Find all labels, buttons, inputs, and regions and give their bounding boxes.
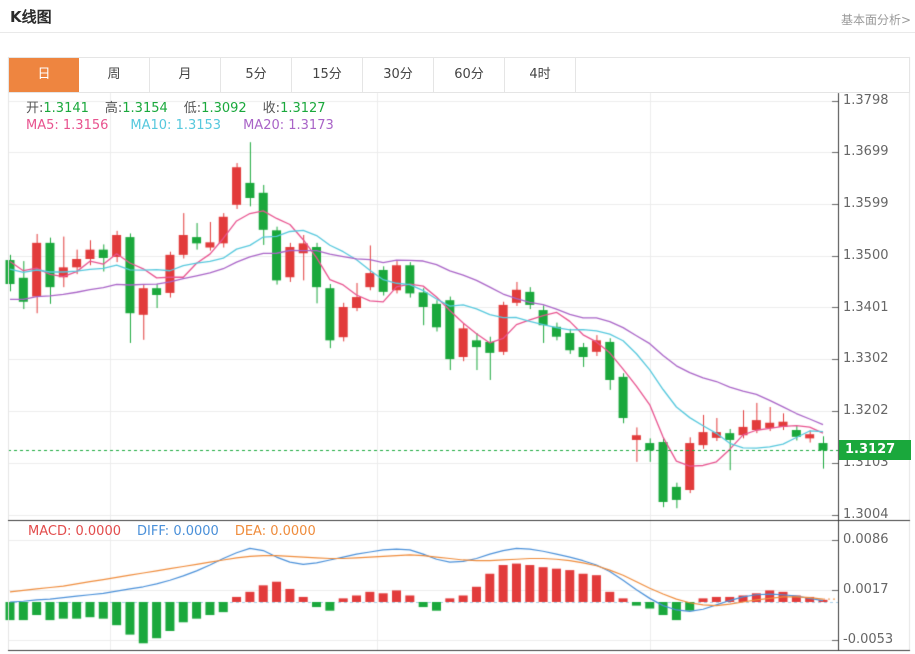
ohlc-low: 低:1.3092	[183, 101, 247, 116]
tab-15min[interactable]: 15分	[292, 58, 363, 92]
ma-legend: MA5: 1.3156 MA10: 1.3153 MA20: 1.3173	[26, 118, 356, 133]
macd-axis-label: -0.0053	[843, 632, 894, 648]
tab-day[interactable]: 日	[9, 58, 79, 92]
ohlc-close: 收:1.3127	[262, 101, 326, 116]
header-divider	[0, 32, 915, 33]
ma5-readout: MA5: 1.3156	[26, 118, 109, 133]
price-axis-label: 1.3302	[843, 351, 889, 367]
fundamental-analysis-link[interactable]: 基本面分析>	[841, 11, 911, 28]
tab-month[interactable]: 月	[150, 58, 221, 92]
price-axis-label: 1.3599	[843, 196, 889, 212]
tab-4hour[interactable]: 4时	[505, 58, 576, 92]
macd-axis-label: 0.0086	[843, 531, 889, 547]
tab-5min[interactable]: 5分	[221, 58, 292, 92]
kline-widget: K线图 基本面分析> 日 周 月 5分 15分 30分 60分 4时 开:1.3…	[0, 0, 915, 654]
price-axis-label: 1.3401	[843, 299, 889, 315]
ohlc-open: 开:1.3141	[26, 101, 89, 116]
price-axis-label: 1.3202	[843, 403, 889, 419]
ohlc-legend: 开:1.3141 高:1.3154 低:1.3092 收:1.3127	[26, 97, 342, 116]
macd-legend: MACD: 0.0000 DIFF: 0.0000 DEA: 0.0000	[28, 524, 332, 539]
price-axis-label: 1.3798	[843, 92, 889, 108]
price-axis-label: 1.3500	[843, 247, 889, 263]
price-axis-label: 1.3699	[843, 144, 889, 160]
ma20-readout: MA20: 1.3173	[243, 118, 334, 133]
tab-60min[interactable]: 60分	[434, 58, 505, 92]
price-axis-label: 1.3004	[843, 506, 889, 522]
tab-week[interactable]: 周	[79, 58, 150, 92]
macd-axis-label: 0.0017	[843, 581, 889, 597]
macd-readout: MACD: 0.0000	[28, 524, 121, 539]
dea-readout: DEA: 0.0000	[234, 524, 316, 539]
period-tabstrip: 日 周 月 5分 15分 30分 60分 4时	[8, 57, 910, 93]
diff-readout: DIFF: 0.0000	[137, 524, 219, 539]
page-title: K线图	[10, 8, 52, 26]
tab-30min[interactable]: 30分	[363, 58, 434, 92]
current-price-tag: 1.3127	[839, 440, 911, 460]
ma10-readout: MA10: 1.3153	[130, 118, 222, 133]
ohlc-high: 高:1.3154	[104, 101, 168, 116]
